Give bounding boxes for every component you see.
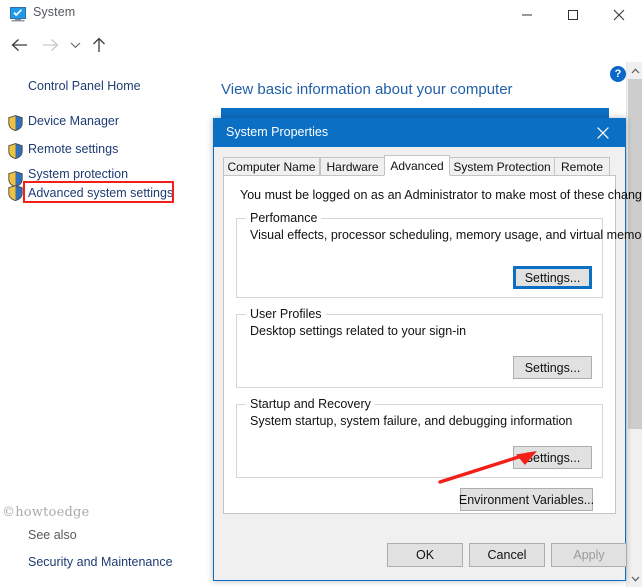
group-startup-and-recovery-legend: Startup and Recovery [246,397,375,411]
forward-button[interactable] [35,30,65,60]
window-titlebar: System [0,0,642,30]
group-user-profiles-description: Desktop settings related to your sign-in [250,324,467,338]
system-properties-dialog: System Properties Computer Name Hardware… [213,118,642,581]
scrollbar-thumb[interactable] [628,79,642,429]
cancel-button[interactable]: Cancel [469,543,545,567]
startup-recovery-settings-button[interactable]: Settings... [513,446,592,469]
back-button[interactable] [4,30,34,60]
vertical-scrollbar[interactable] [626,62,642,587]
watermark: ©howtoedge [2,505,90,520]
maximize-button[interactable] [550,0,596,30]
help-icon[interactable]: ? [610,66,626,82]
up-button[interactable] [85,30,113,60]
recent-locations-button[interactable] [64,30,86,60]
user-profiles-settings-button[interactable]: Settings... [513,356,592,379]
environment-variables-button[interactable]: Environment Variables... [459,488,594,511]
dialog-tabpage-advanced: You must be logged on as an Administrato… [223,175,642,514]
shield-icon [8,185,23,201]
sidebar-item-remote-settings[interactable]: Remote settings [28,142,118,156]
sidebar-item-device-manager[interactable]: Device Manager [28,114,119,128]
sidebar-item-system-protection[interactable]: System protection [28,167,128,181]
group-performance: Perfomance Visual effects, processor sch… [236,211,642,298]
performance-settings-button[interactable]: Settings... [513,266,592,289]
shield-icon [8,115,23,131]
group-user-profiles-legend: User Profiles [246,307,326,321]
apply-button: Apply [551,543,627,567]
tab-system-protection[interactable]: System Protection [449,157,555,176]
group-performance-description: Visual effects, processor scheduling, me… [250,228,642,242]
dialog-close-button[interactable] [581,119,625,147]
ok-button[interactable]: OK [387,543,463,567]
group-startup-and-recovery: Startup and Recovery System startup, sys… [236,397,603,478]
tab-hardware[interactable]: Hardware [320,157,385,176]
sidebar-item-advanced-system-settings[interactable]: Advanced system settings [28,186,173,200]
see-also-label: See also [28,528,77,542]
shield-icon [8,143,23,159]
group-user-profiles: User Profiles Desktop settings related t… [236,307,603,388]
tab-advanced[interactable]: Advanced [384,155,450,176]
administrator-note: You must be logged on as an Administrato… [240,188,642,202]
group-startup-and-recovery-description: System startup, system failure, and debu… [250,414,573,428]
dialog-title: System Properties [226,125,329,139]
sidebar-item-control-panel-home[interactable]: Control Panel Home [28,79,141,93]
window-title: System [33,5,76,19]
dialog-tabstrip: Computer Name Hardware Advanced System P… [223,155,616,176]
page-title: View basic information about your comput… [221,81,513,98]
minimize-button[interactable] [504,0,550,30]
tab-remote[interactable]: Remote [554,157,610,176]
explorer-window: System ? Control Panel Home Device Manag… [0,0,642,587]
group-performance-legend: Perfomance [246,211,322,225]
system-computer-icon [10,7,26,22]
tab-computer-name[interactable]: Computer Name [223,157,320,176]
navigation-bar: « All Control Panel Items › System Searc… [0,30,642,86]
close-button[interactable] [596,0,642,30]
scroll-down-icon[interactable] [627,570,642,587]
dialog-titlebar: System Properties [214,119,625,147]
scroll-up-icon[interactable] [627,62,642,79]
sidebar-item-security-and-maintenance[interactable]: Security and Maintenance [28,555,173,569]
